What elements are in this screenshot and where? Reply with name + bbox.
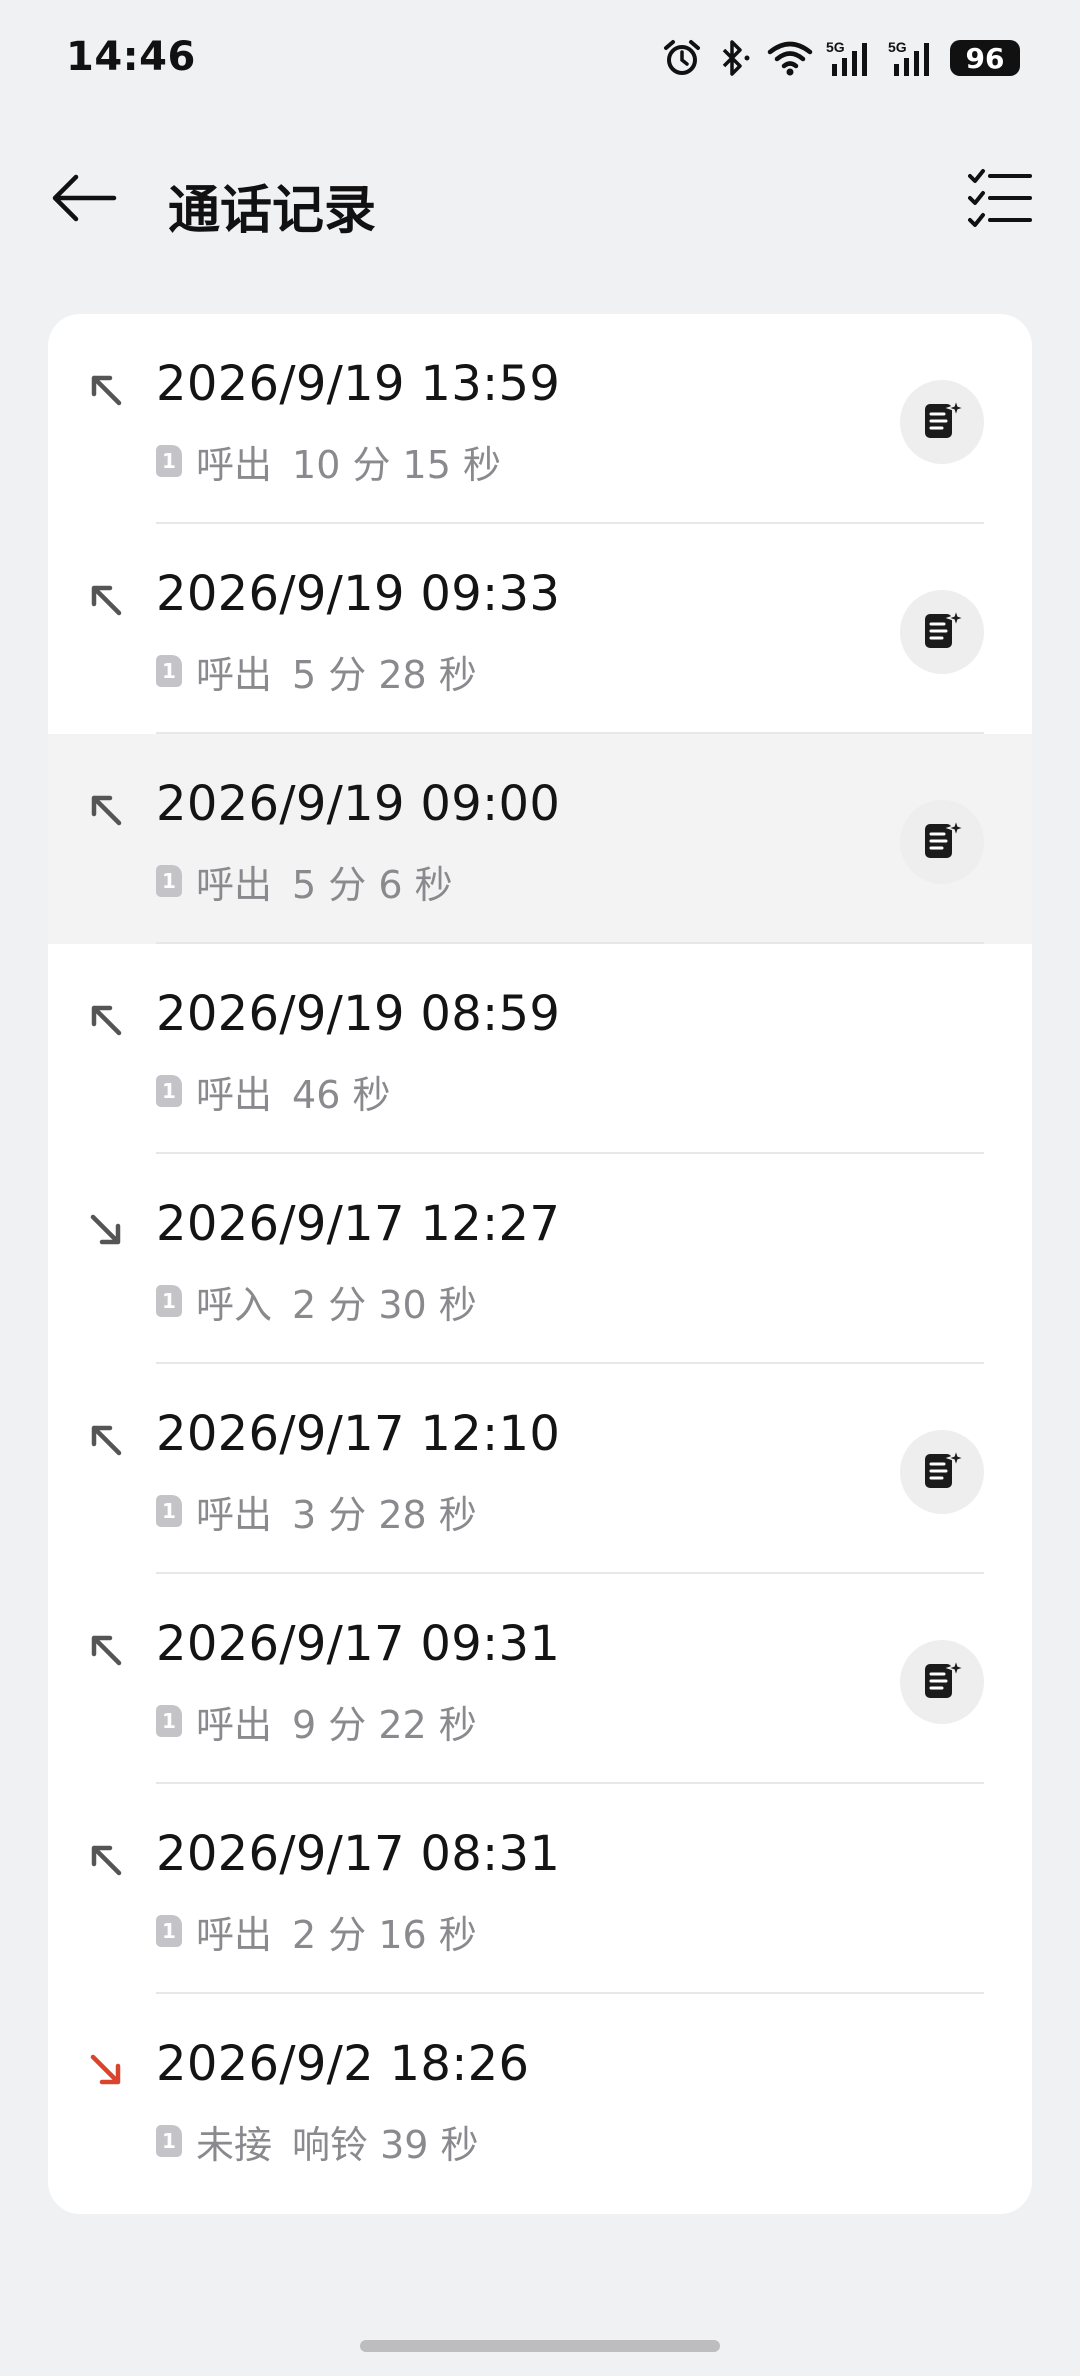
- call-type: 未接: [196, 2122, 273, 2167]
- missed-call-icon: [88, 2052, 124, 2088]
- ai-summary-icon: [920, 1657, 967, 1706]
- call-details: 1 未接 响铃 39 秒: [156, 2118, 479, 2167]
- outgoing-call-icon: [88, 1422, 124, 1458]
- call-type: 呼入: [196, 1282, 273, 1327]
- call-time: 2026/9/2 18:26: [156, 2036, 530, 2092]
- call-summary-button[interactable]: [900, 800, 984, 884]
- call-summary-button[interactable]: [900, 590, 984, 674]
- call-time: 2026/9/19 08:59: [156, 986, 561, 1042]
- multiselect-button[interactable]: [960, 160, 1040, 240]
- alarm-icon: [662, 38, 702, 78]
- svg-text:5G: 5G: [826, 39, 845, 55]
- call-summary-button[interactable]: [900, 1430, 984, 1514]
- home-indicator[interactable]: [360, 2340, 720, 2352]
- sim-card-icon: 1: [156, 445, 182, 477]
- status-time: 14:46: [66, 34, 196, 80]
- call-time: 2026/9/17 12:10: [156, 1406, 561, 1462]
- signal-5g-icon: 5G: [826, 38, 876, 78]
- call-duration: 46 秒: [292, 1072, 391, 1117]
- sim-card-icon: 1: [156, 865, 182, 897]
- bluetooth-icon: [714, 38, 754, 78]
- call-log-row[interactable]: 2026/9/17 12:27 1 呼入 2 分 30 秒: [48, 1154, 1032, 1364]
- sim-card-icon: 1: [156, 1915, 182, 1947]
- call-details: 1 呼出 9 分 22 秒: [156, 1698, 477, 1747]
- outgoing-call-icon: [88, 372, 124, 408]
- call-type: 呼出: [196, 862, 273, 907]
- call-duration: 2 分 30 秒: [292, 1282, 477, 1327]
- outgoing-call-icon: [88, 1632, 124, 1668]
- sim-card-icon: 1: [156, 1075, 182, 1107]
- call-duration: 9 分 22 秒: [292, 1702, 477, 1747]
- call-duration: 10 分 15 秒: [292, 442, 501, 487]
- call-duration: 3 分 28 秒: [292, 1492, 477, 1537]
- call-log-row[interactable]: 2026/9/19 09:00 1 呼出 5 分 6 秒: [48, 734, 1032, 944]
- call-duration: 响铃 39 秒: [292, 2122, 479, 2167]
- call-time: 2026/9/17 08:31: [156, 1826, 561, 1882]
- status-icons: 5G 5G 96: [662, 36, 1020, 80]
- ai-summary-icon: [920, 607, 967, 656]
- ai-summary-icon: [920, 1447, 967, 1496]
- ai-summary-icon: [920, 817, 967, 866]
- call-type: 呼出: [196, 1492, 273, 1537]
- outgoing-call-icon: [88, 1002, 124, 1038]
- wifi-icon: [766, 38, 814, 78]
- call-log-row[interactable]: 2026/9/17 12:10 1 呼出 3 分 28 秒: [48, 1364, 1032, 1574]
- call-type: 呼出: [196, 1702, 273, 1747]
- call-duration: 2 分 16 秒: [292, 1912, 477, 1957]
- outgoing-call-icon: [88, 792, 124, 828]
- call-details: 1 呼入 2 分 30 秒: [156, 1278, 477, 1327]
- call-summary-button[interactable]: [900, 380, 984, 464]
- call-log-row[interactable]: 2026/9/19 13:59 1 呼出 10 分 15 秒: [48, 314, 1032, 524]
- call-duration: 5 分 6 秒: [292, 862, 453, 907]
- sim-card-icon: 1: [156, 1495, 182, 1527]
- call-details: 1 呼出 10 分 15 秒: [156, 438, 501, 487]
- call-log-row[interactable]: 2026/9/19 09:33 1 呼出 5 分 28 秒: [48, 524, 1032, 734]
- ai-summary-icon: [920, 397, 967, 446]
- call-details: 1 呼出 3 分 28 秒: [156, 1488, 477, 1537]
- call-time: 2026/9/17 12:27: [156, 1196, 561, 1252]
- battery-indicator: 96: [950, 40, 1020, 76]
- app-header: 通话记录: [0, 140, 1080, 260]
- sim-card-icon: 1: [156, 655, 182, 687]
- sim-card-icon: 1: [156, 1285, 182, 1317]
- svg-text:5G: 5G: [888, 39, 907, 55]
- call-type: 呼出: [196, 442, 273, 487]
- call-details: 1 呼出 46 秒: [156, 1068, 390, 1117]
- sim-card-icon: 1: [156, 2125, 182, 2157]
- page-title: 通话记录: [168, 181, 377, 241]
- sim-card-icon: 1: [156, 1705, 182, 1737]
- call-log-row[interactable]: 2026/9/19 08:59 1 呼出 46 秒: [48, 944, 1032, 1154]
- call-details: 1 呼出 2 分 16 秒: [156, 1908, 477, 1957]
- call-details: 1 呼出 5 分 28 秒: [156, 648, 477, 697]
- back-button[interactable]: [40, 160, 128, 240]
- call-time: 2026/9/19 09:33: [156, 566, 561, 622]
- call-log-list: 2026/9/19 13:59 1 呼出 10 分 15 秒 2026/9/19 09:…: [48, 314, 1032, 2214]
- call-time: 2026/9/19 09:00: [156, 776, 561, 832]
- call-time: 2026/9/19 13:59: [156, 356, 561, 412]
- multiselect-list-icon: [968, 168, 1032, 232]
- call-details: 1 呼出 5 分 6 秒: [156, 858, 453, 907]
- outgoing-call-icon: [88, 582, 124, 618]
- call-duration: 5 分 28 秒: [292, 652, 477, 697]
- incoming-call-icon: [88, 1212, 124, 1248]
- back-arrow-icon: [50, 172, 118, 228]
- call-log-row[interactable]: 2026/9/17 09:31 1 呼出 9 分 22 秒: [48, 1574, 1032, 1784]
- call-time: 2026/9/17 09:31: [156, 1616, 561, 1672]
- status-bar: 14:46 5G 5G 96: [0, 0, 1080, 118]
- signal-5g-icon: 5G: [888, 38, 938, 78]
- call-type: 呼出: [196, 1072, 273, 1117]
- call-type: 呼出: [196, 1912, 273, 1957]
- outgoing-call-icon: [88, 1842, 124, 1878]
- call-log-row[interactable]: 2026/9/2 18:26 1 未接 响铃 39 秒: [48, 1994, 1032, 2204]
- call-type: 呼出: [196, 652, 273, 697]
- call-log-row[interactable]: 2026/9/17 08:31 1 呼出 2 分 16 秒: [48, 1784, 1032, 1994]
- call-summary-button[interactable]: [900, 1640, 984, 1724]
